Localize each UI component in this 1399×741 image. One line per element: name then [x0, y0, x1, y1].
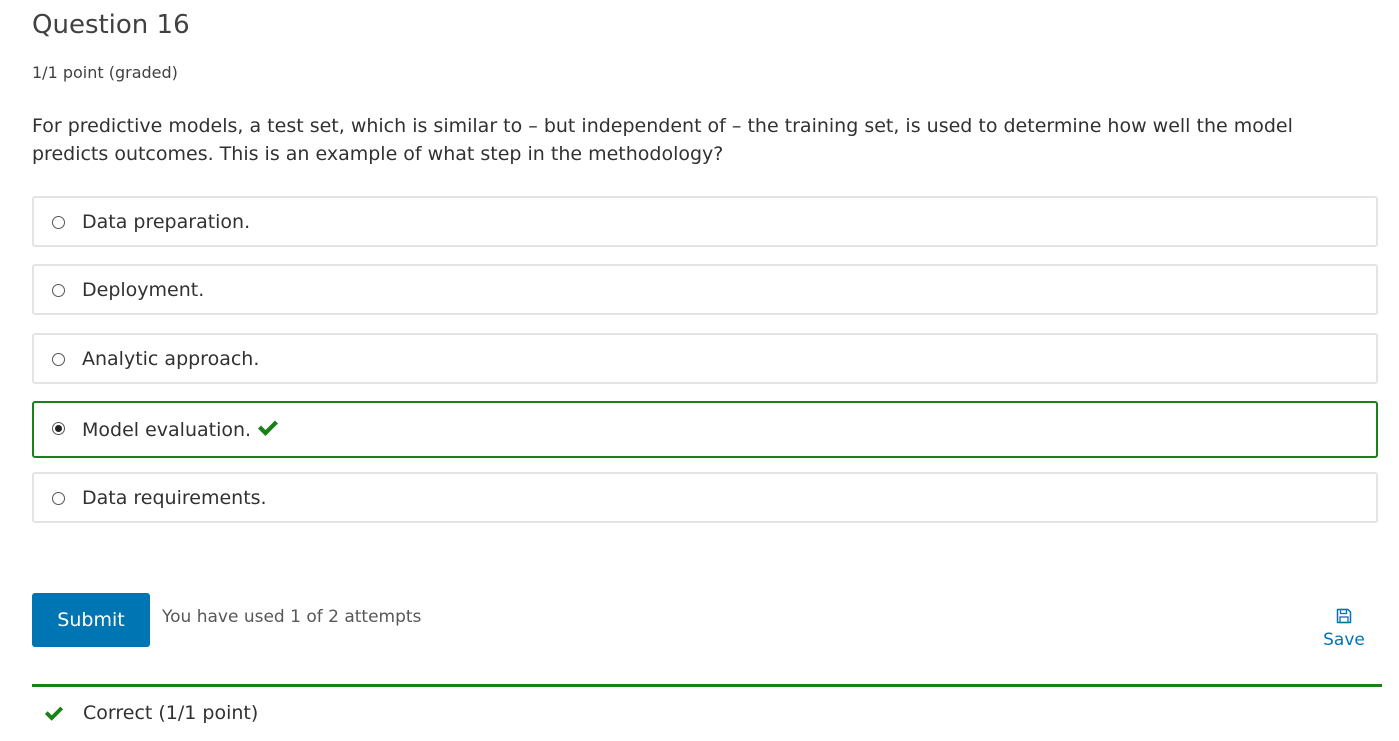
radio-button-icon[interactable]	[52, 216, 65, 229]
choice-label: Model evaluation.	[82, 419, 252, 441]
attempts-text: You have used 1 of 2 attempts	[162, 607, 422, 627]
choice-data-preparation[interactable]: Data preparation.	[32, 196, 1378, 247]
question-title: Question 16	[32, 10, 190, 40]
radio-button-selected-icon[interactable]	[52, 422, 65, 435]
checkmark-icon	[44, 706, 64, 721]
choice-model-evaluation[interactable]: Model evaluation.	[32, 401, 1378, 458]
choice-data-requirements[interactable]: Data requirements.	[32, 472, 1378, 523]
choice-label: Data requirements.	[82, 487, 267, 509]
submit-button[interactable]: Submit	[32, 593, 150, 647]
radio-button-icon[interactable]	[52, 492, 65, 505]
question-prompt: For predictive models, a test set, which…	[32, 115, 1293, 165]
choice-label-row: Model evaluation.	[82, 419, 279, 441]
floppy-disk-icon	[1336, 608, 1352, 624]
points-graded: 1/1 point (graded)	[32, 63, 178, 82]
choice-label: Analytic approach.	[82, 348, 260, 370]
choice-label: Deployment.	[82, 279, 205, 301]
radio-button-icon[interactable]	[52, 284, 65, 297]
checkmark-icon	[258, 420, 279, 436]
radio-button-icon[interactable]	[52, 353, 65, 366]
choice-label: Data preparation.	[82, 211, 251, 233]
save-label: Save	[1323, 630, 1365, 650]
correct-notification: Correct (1/1 point)	[32, 684, 1382, 741]
save-button[interactable]: Save	[1310, 608, 1378, 658]
choice-deployment[interactable]: Deployment.	[32, 264, 1378, 315]
notification-text: Correct (1/1 point)	[83, 702, 259, 724]
choice-analytic-approach[interactable]: Analytic approach.	[32, 333, 1378, 384]
